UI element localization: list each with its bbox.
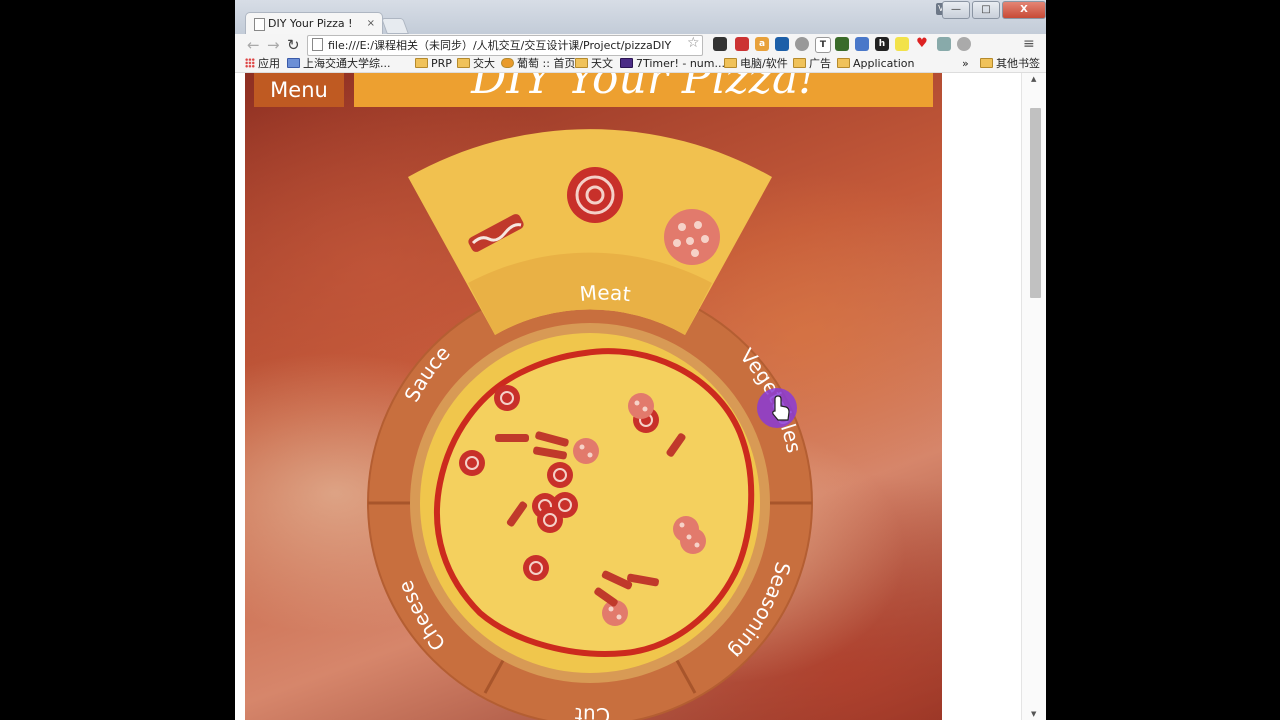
extension-icon[interactable] [937, 37, 951, 51]
extension-icon[interactable] [835, 37, 849, 51]
page-right-margin [942, 73, 1021, 720]
folder-icon [457, 58, 470, 68]
pepperoni-topping-option[interactable] [664, 209, 720, 265]
extension-icon[interactable] [895, 37, 909, 51]
extension-icon[interactable] [775, 37, 789, 51]
minimize-button[interactable]: — [942, 1, 970, 19]
pizza-wheel: Meat Vegetables Seasoning Cut Cheese Sau… [367, 129, 813, 720]
placed-salami[interactable] [459, 450, 485, 476]
bookmarks-bar: 应用 上海交通大学综... PRP 交大 葡萄 :: 首页 天文 7Timer!… [235, 56, 1046, 73]
more-bookmarks-chevron[interactable]: » [962, 56, 969, 72]
extension-icon[interactable] [795, 37, 809, 51]
bookmark-label: 电脑/软件 [740, 57, 788, 70]
folder-icon [980, 58, 993, 68]
tab-close-icon[interactable]: × [367, 13, 375, 35]
close-window-button[interactable]: X [1002, 1, 1046, 19]
window-controls: — □ X [942, 1, 1046, 19]
bookmark-sjtu[interactable]: 上海交通大学综... [287, 56, 391, 72]
page-icon [312, 38, 323, 51]
bookmark-application[interactable]: Application [837, 56, 914, 72]
scroll-down-icon[interactable]: ▼ [1031, 710, 1036, 718]
page-icon [287, 58, 300, 68]
placed-pepperoni[interactable] [573, 438, 599, 464]
address-bar[interactable]: file:///E:/课程相关（未同步）/人机交互/交互设计课/Project/… [307, 35, 703, 56]
reload-icon[interactable]: ↻ [287, 36, 300, 54]
bookmark-putao[interactable]: 葡萄 :: 首页 [501, 56, 575, 72]
bookmark-label: 葡萄 :: 首页 [517, 57, 576, 70]
bookmark-ads[interactable]: 广告 [793, 56, 831, 72]
bookmark-label: 应用 [258, 57, 280, 70]
browser-toolbar: ← → ↻ file:///E:/课程相关（未同步）/人机交互/交互设计课/Pr… [235, 34, 1046, 57]
placed-salami[interactable] [547, 462, 573, 488]
yahoo-icon [620, 58, 633, 68]
extension-icon[interactable] [713, 37, 727, 51]
placed-salami[interactable] [537, 507, 563, 533]
extension-icon[interactable]: h [875, 37, 889, 51]
placed-pepperoni[interactable] [628, 393, 654, 419]
bookmark-label: 广告 [809, 57, 831, 70]
bookmark-label: PRP [431, 57, 452, 70]
page-viewport: Menu DIY Your Pizza! Meat Vege les Seaso… [245, 73, 942, 720]
salami-topping-option[interactable] [567, 167, 623, 223]
maximize-button[interactable]: □ [972, 1, 1000, 19]
vertical-scrollbar[interactable]: ▲ ▼ [1021, 73, 1046, 720]
extension-icon[interactable] [957, 37, 971, 51]
grape-icon [501, 58, 514, 68]
bookmark-label: 其他书签 [996, 57, 1040, 70]
browser-window: DIY Your Pizza ! × Vega — □ X ← → ↻ file… [235, 0, 1046, 720]
translate-icon[interactable] [855, 37, 869, 51]
section-meat[interactable]: Meat [579, 281, 632, 307]
new-tab-button[interactable] [381, 18, 409, 34]
bookmark-label: 上海交通大学综... [303, 57, 391, 70]
title-bar: DIY Your Pizza ! × Vega — □ X [235, 0, 1046, 35]
bookmark-star-icon[interactable]: ☆ [687, 35, 700, 51]
placed-salami[interactable] [523, 555, 549, 581]
placed-salami[interactable] [494, 385, 520, 411]
heart-icon[interactable]: ♥ [915, 37, 929, 51]
section-cut[interactable]: Cut [574, 703, 611, 720]
bookmark-label: 交大 [473, 57, 495, 70]
other-bookmarks[interactable]: 其他书签 [980, 56, 1040, 72]
folder-icon [575, 58, 588, 68]
placed-pepperoni[interactable] [680, 528, 706, 554]
bookmark-apps[interactable]: 应用 [245, 56, 280, 72]
bookmark-tianwen[interactable]: 天文 [575, 56, 613, 72]
menu-icon[interactable]: ≡ [1023, 36, 1035, 52]
back-icon[interactable]: ← [247, 36, 260, 54]
bookmark-label: Application [853, 57, 915, 70]
bookmark-jiaoda[interactable]: 交大 [457, 56, 495, 72]
forward-icon[interactable]: → [267, 36, 280, 54]
scroll-up-icon[interactable]: ▲ [1031, 75, 1036, 83]
folder-icon [415, 58, 428, 68]
bookmark-label: 7Timer! - num... [636, 57, 725, 70]
folder-icon [724, 58, 737, 68]
bookmark-prp[interactable]: PRP [415, 56, 452, 72]
apps-grid-icon [245, 58, 255, 68]
page-icon [254, 18, 265, 31]
pizza-sauce-edge [434, 348, 755, 657]
extension-icon[interactable]: T [815, 37, 831, 53]
bookmark-7timer[interactable]: 7Timer! - num... [620, 56, 725, 72]
bookmark-label: 天文 [591, 57, 613, 70]
tab-title: DIY Your Pizza ! [268, 17, 353, 30]
folder-icon [793, 58, 806, 68]
scroll-thumb[interactable] [1030, 108, 1041, 298]
tab-diy-your-pizza[interactable]: DIY Your Pizza ! × [245, 12, 383, 35]
url-text: file:///E:/课程相关（未同步）/人机交互/交互设计课/Project/… [328, 39, 672, 52]
bookmark-software[interactable]: 电脑/软件 [724, 56, 788, 72]
page-margin [235, 73, 245, 720]
extension-icon[interactable] [735, 37, 749, 51]
amazon-icon[interactable]: a [755, 37, 769, 51]
folder-icon [837, 58, 850, 68]
